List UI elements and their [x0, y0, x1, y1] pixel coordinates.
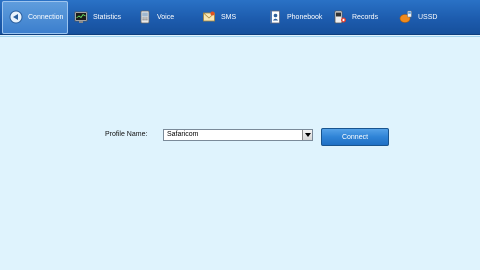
main-toolbar: Connection Statistics Voice SMS Phoneboo…: [0, 0, 480, 35]
connection-icon: [9, 10, 23, 24]
tab-label: Statistics: [93, 13, 122, 21]
chevron-down-icon[interactable]: [302, 130, 312, 140]
tab-sms[interactable]: SMS: [196, 1, 262, 34]
tab-ussd[interactable]: USSD: [393, 1, 455, 34]
records-icon: [333, 10, 347, 24]
phone-icon: [138, 10, 152, 24]
tab-label: SMS: [221, 13, 237, 21]
profile-select[interactable]: Safaricom: [163, 129, 313, 141]
phonebook-icon: [268, 10, 282, 24]
toolbar-divider: [0, 36, 480, 37]
statistics-icon: [74, 10, 88, 24]
profile-name-label: Profile Name:: [105, 131, 148, 138]
tab-label: Connection: [28, 13, 64, 21]
tab-label: Records: [352, 13, 379, 21]
connect-button[interactable]: Connect: [321, 128, 389, 146]
tab-voice[interactable]: Voice: [132, 1, 196, 34]
tab-label: Voice: [157, 13, 175, 21]
tab-label: Phonebook: [287, 13, 323, 21]
tab-label: USSD: [418, 13, 438, 21]
tab-records[interactable]: Records: [327, 1, 393, 34]
ussd-icon: [399, 10, 413, 24]
tab-statistics[interactable]: Statistics: [68, 1, 132, 34]
tab-connection[interactable]: Connection: [2, 0, 68, 34]
tab-phonebook[interactable]: Phonebook: [262, 1, 327, 34]
profile-select-value: Safaricom: [167, 131, 199, 138]
envelope-icon: [202, 10, 216, 24]
